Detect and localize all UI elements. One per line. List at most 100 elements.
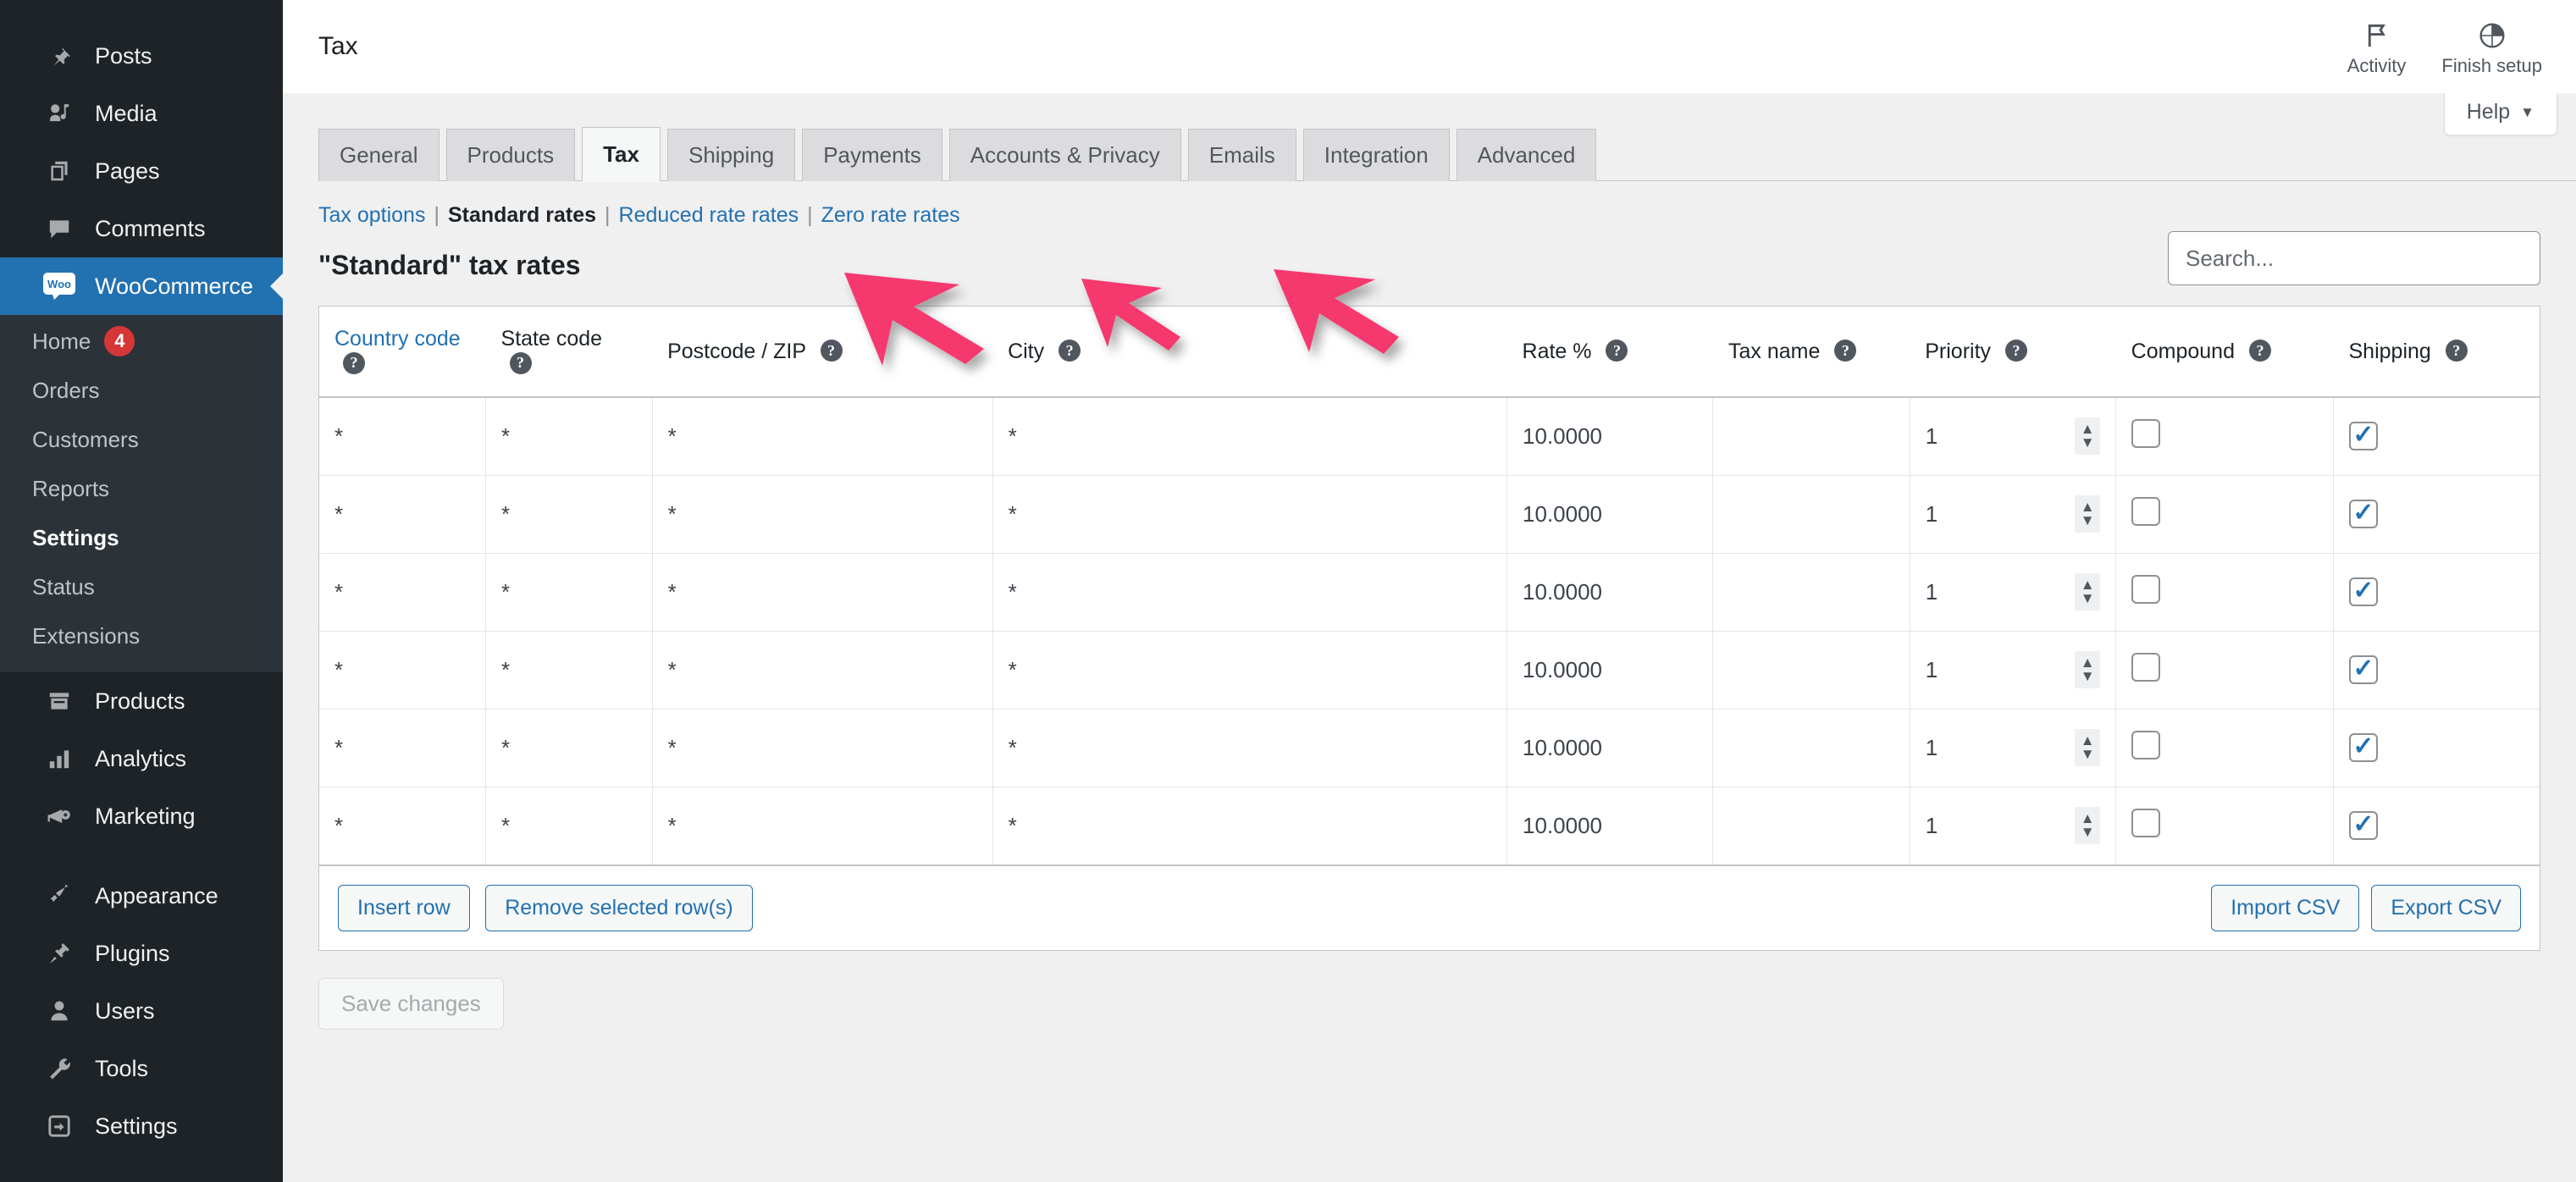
tax-rate-shipping-cell[interactable] bbox=[2333, 630, 2540, 709]
chevron-down-icon[interactable]: ▼ bbox=[2081, 825, 2095, 839]
help-tip-icon[interactable]: ? bbox=[509, 351, 532, 374]
priority-stepper[interactable]: ▲ ▼ bbox=[2075, 417, 2101, 456]
sidebar-item-appearance[interactable]: Appearance bbox=[0, 867, 283, 925]
tax-rate-compound-cell[interactable] bbox=[2115, 474, 2334, 553]
chevron-up-icon[interactable]: ▲ bbox=[2081, 577, 2095, 592]
help-tip-icon[interactable]: ? bbox=[1834, 340, 1857, 362]
tax-rate-city-cell[interactable]: * bbox=[992, 474, 1508, 553]
sidebar-subitem-reports[interactable]: Reports bbox=[0, 464, 283, 513]
priority-stepper[interactable]: ▲ ▼ bbox=[2075, 807, 2101, 845]
compound-checkbox[interactable] bbox=[2131, 808, 2161, 837]
sidebar-subitem-customers[interactable]: Customers bbox=[0, 415, 283, 464]
shipping-checkbox[interactable] bbox=[2349, 577, 2378, 606]
tax-rate-percent-cell[interactable]: 10.0000 bbox=[1506, 474, 1714, 553]
chevron-up-icon[interactable]: ▲ bbox=[2081, 500, 2095, 514]
tab-shipping[interactable]: Shipping bbox=[666, 129, 796, 181]
shipping-checkbox[interactable] bbox=[2349, 811, 2378, 841]
sidebar-item-products[interactable]: Products bbox=[0, 672, 283, 730]
tax-rate-shipping-cell[interactable] bbox=[2333, 552, 2540, 631]
compound-checkbox[interactable] bbox=[2131, 496, 2161, 526]
tax-rate-city-cell[interactable]: * bbox=[992, 708, 1508, 787]
tax-rate-percent-cell[interactable]: 10.0000 bbox=[1506, 708, 1714, 787]
tax-rate-compound-cell[interactable] bbox=[2115, 552, 2334, 631]
tab-integration[interactable]: Integration bbox=[1302, 129, 1450, 181]
tax-rate-state-code-cell[interactable]: * bbox=[485, 552, 653, 631]
chevron-down-icon[interactable]: ▼ bbox=[2081, 435, 2095, 450]
priority-stepper[interactable]: ▲ ▼ bbox=[2075, 729, 2101, 766]
sidebar-item-comments[interactable]: Comments bbox=[0, 200, 283, 257]
sidebar-item-settings[interactable]: Settings bbox=[0, 1097, 283, 1155]
sidebar-subitem-orders[interactable]: Orders bbox=[0, 366, 283, 415]
sidebar-subitem-status[interactable]: Status bbox=[0, 562, 283, 611]
tab-accounts-privacy[interactable]: Accounts & Privacy bbox=[948, 129, 1181, 181]
sidebar-item-users[interactable]: Users bbox=[0, 982, 283, 1040]
tax-rate-compound-cell[interactable] bbox=[2115, 396, 2334, 475]
sidebar-subitem-home[interactable]: Home 4 bbox=[0, 317, 283, 366]
chevron-down-icon[interactable]: ▼ bbox=[2081, 747, 2095, 761]
tax-rate-state-code-cell[interactable]: * bbox=[485, 474, 653, 553]
tax-rate-percent-cell[interactable]: 10.0000 bbox=[1506, 786, 1714, 864]
sidebar-item-plugins[interactable]: Plugins bbox=[0, 925, 283, 982]
sidebar-item-tools[interactable]: Tools bbox=[0, 1040, 283, 1097]
tax-rate-state-code-cell[interactable]: * bbox=[485, 630, 653, 709]
tax-rate-state-code-cell[interactable]: * bbox=[485, 396, 653, 475]
tax-rate-city-cell[interactable]: * bbox=[992, 630, 1508, 709]
tax-rate-name-cell[interactable] bbox=[1712, 396, 1910, 475]
chevron-down-icon[interactable]: ▼ bbox=[2081, 591, 2095, 605]
tab-emails[interactable]: Emails bbox=[1187, 129, 1296, 181]
tax-rate-name-cell[interactable] bbox=[1712, 708, 1910, 787]
sidebar-subitem-extensions[interactable]: Extensions bbox=[0, 611, 283, 660]
tax-rate-shipping-cell[interactable] bbox=[2333, 396, 2540, 475]
tax-rate-country-code-cell[interactable]: * bbox=[319, 552, 487, 631]
tax-rate-city-cell[interactable]: * bbox=[992, 786, 1508, 864]
tax-rate-shipping-cell[interactable] bbox=[2333, 474, 2540, 553]
tax-rate-shipping-cell[interactable] bbox=[2333, 708, 2540, 787]
tab-tax[interactable]: Tax bbox=[582, 127, 661, 182]
compound-checkbox[interactable] bbox=[2131, 652, 2161, 682]
help-button[interactable]: Help ▼ bbox=[2443, 93, 2557, 135]
tax-rate-shipping-cell[interactable] bbox=[2333, 786, 2540, 864]
tax-rate-compound-cell[interactable] bbox=[2115, 708, 2334, 787]
tax-rate-country-code-cell[interactable]: * bbox=[319, 474, 487, 553]
shipping-checkbox[interactable] bbox=[2349, 500, 2378, 528]
tax-rate-percent-cell[interactable]: 10.0000 bbox=[1506, 630, 1714, 709]
help-tip-icon[interactable]: ? bbox=[820, 340, 843, 362]
tax-rate-percent-cell[interactable]: 10.0000 bbox=[1506, 396, 1714, 475]
tab-payments[interactable]: Payments bbox=[802, 129, 943, 181]
help-tip-icon[interactable]: ? bbox=[2248, 340, 2271, 362]
priority-stepper[interactable]: ▲ ▼ bbox=[2075, 573, 2101, 610]
insert-row-button[interactable]: Insert row bbox=[338, 885, 470, 931]
shipping-checkbox[interactable] bbox=[2349, 422, 2378, 451]
tab-advanced[interactable]: Advanced bbox=[1456, 129, 1597, 181]
activity-button[interactable]: Activity bbox=[2347, 21, 2406, 77]
sidebar-item-pages[interactable]: Pages bbox=[0, 142, 283, 200]
tax-rate-city-cell[interactable]: * bbox=[992, 396, 1508, 475]
chevron-up-icon[interactable]: ▲ bbox=[2081, 733, 2095, 748]
tax-rate-country-code-cell[interactable]: * bbox=[319, 708, 487, 787]
tax-rate-name-cell[interactable] bbox=[1712, 552, 1910, 631]
import-csv-button[interactable]: Import CSV bbox=[2211, 885, 2360, 931]
compound-checkbox[interactable] bbox=[2131, 574, 2161, 604]
tax-rate-compound-cell[interactable] bbox=[2115, 786, 2334, 864]
tax-rate-priority-cell[interactable]: 1 ▲ ▼ bbox=[1910, 474, 2117, 553]
sidebar-item-analytics[interactable]: Analytics bbox=[0, 730, 283, 787]
sidebar-item-posts[interactable]: Posts bbox=[0, 27, 283, 85]
tax-rate-priority-cell[interactable]: 1 ▲ ▼ bbox=[1910, 630, 2117, 709]
subnav-tax-options[interactable]: Tax options bbox=[318, 203, 425, 228]
chevron-down-icon[interactable]: ▼ bbox=[2081, 513, 2095, 527]
tax-rate-state-code-cell[interactable]: * bbox=[485, 708, 653, 787]
shipping-checkbox[interactable] bbox=[2349, 733, 2378, 762]
tax-rate-priority-cell[interactable]: 1 ▲ ▼ bbox=[1910, 708, 2117, 787]
tax-rate-country-code-cell[interactable]: * bbox=[319, 630, 487, 709]
search-input[interactable] bbox=[2168, 231, 2540, 285]
compound-checkbox[interactable] bbox=[2131, 730, 2161, 759]
tax-rate-country-code-cell[interactable]: * bbox=[319, 396, 487, 475]
tax-rate-priority-cell[interactable]: 1 ▲ ▼ bbox=[1910, 786, 2117, 864]
sidebar-item-woocommerce[interactable]: Woo WooCommerce bbox=[0, 257, 283, 315]
tab-products[interactable]: Products bbox=[445, 129, 576, 181]
chevron-up-icon[interactable]: ▲ bbox=[2081, 655, 2095, 670]
column-country-code[interactable]: Country code ? bbox=[319, 307, 486, 398]
sidebar-subitem-settings[interactable]: Settings bbox=[0, 513, 283, 562]
remove-selected-rows-button[interactable]: Remove selected row(s) bbox=[485, 885, 753, 931]
tax-rate-state-code-cell[interactable]: * bbox=[485, 786, 653, 864]
